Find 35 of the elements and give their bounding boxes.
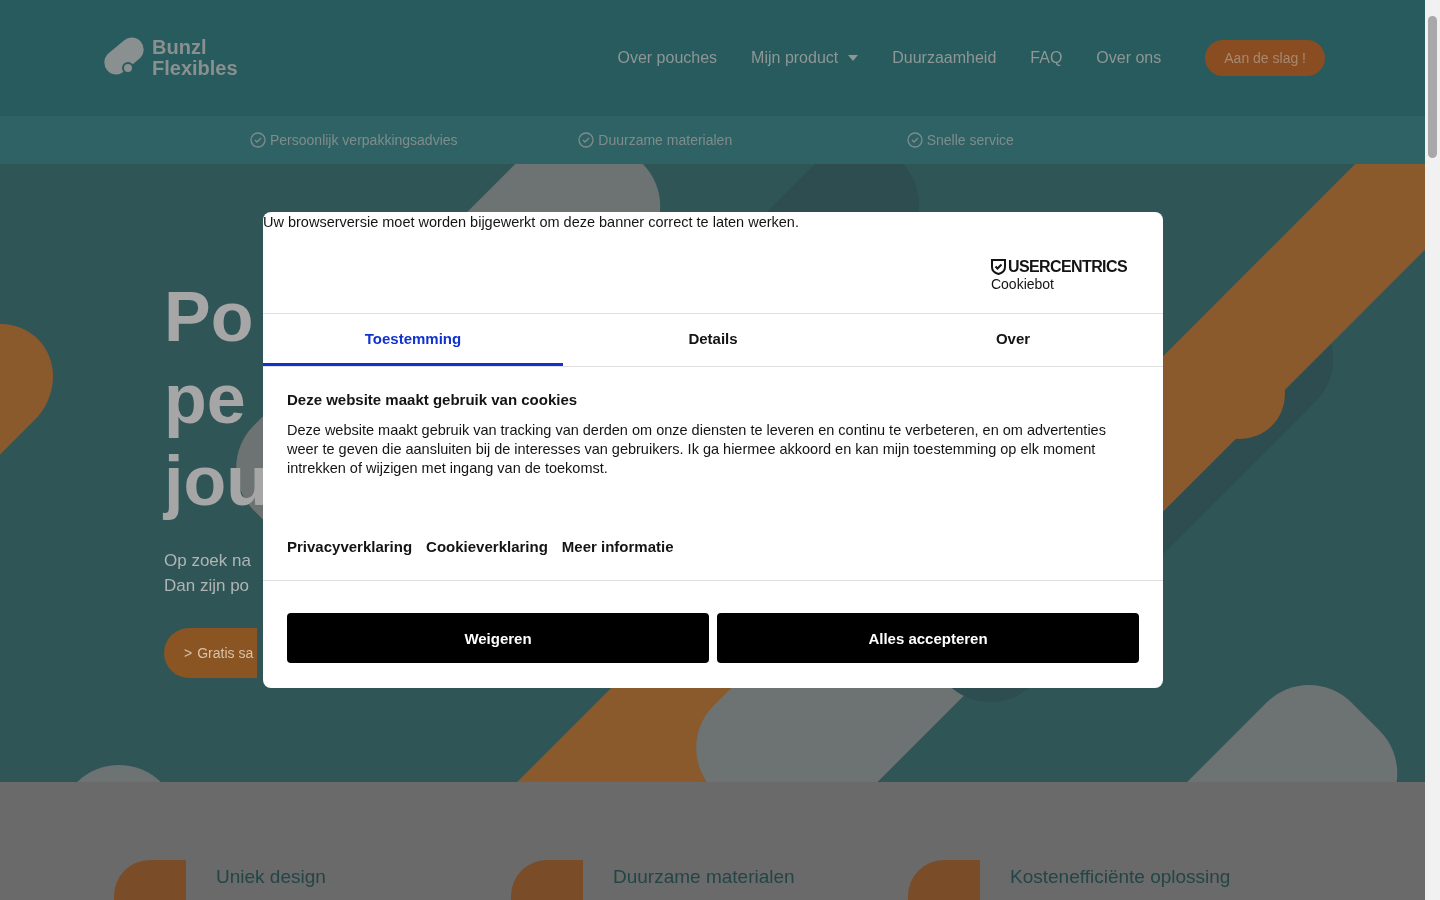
scrollbar[interactable]: [1425, 0, 1440, 900]
feature-title: Kostenefficiënte oplossing: [1010, 866, 1231, 888]
policy-link[interactable]: Cookieverklaring: [426, 538, 548, 555]
logo-text: Flexibles: [152, 58, 238, 80]
usp-text: Snelle service: [926, 132, 1014, 149]
feature-icon: [511, 860, 583, 900]
shield-check-icon: [990, 259, 1006, 275]
consent-button[interactable]: Weigeren: [287, 613, 709, 663]
consent-button[interactable]: Alles accepteren: [717, 613, 1139, 663]
browser-notice: Uw browserversie moet worden bijgewerkt om deze banner correct te laten werken.: [263, 213, 800, 232]
check-circle-icon: [250, 132, 266, 149]
usp-text: Persoonlijk verpakkingsadvies: [270, 132, 458, 149]
feature-title: Uniek design: [216, 866, 326, 888]
dialog-heading: Deze website maakt gebruik van cookies: [287, 391, 579, 409]
dialog-tab[interactable]: Details: [563, 314, 863, 366]
feature-icon: [114, 860, 186, 900]
hero-subtitle: Op zoek na: [164, 550, 251, 573]
hero-subtitle: Dan zijn po: [164, 575, 250, 598]
brand-name: USERCENTRICS: [1007, 258, 1127, 276]
usp-text: Duurzame materialen: [598, 132, 733, 149]
feature-icon: [908, 860, 980, 900]
policy-link[interactable]: Meer informatie: [561, 538, 674, 555]
dialog-text: Deze website maakt gebruik van tracking van derden om onze diensten te leveren en continu te verbeteren, en om advertenties weer te geven die aansluiten bij de interesses van gebruikers. Ik ga hiermee akkoord en kan mijn toestemming op elk moment intrekken of wijzigen met ingang van de toekomst.: [287, 421, 1107, 478]
dialog-tab[interactable]: Over: [863, 314, 1163, 366]
hero-title: jou: [164, 441, 269, 523]
dialog-tab[interactable]: Toestemming: [263, 314, 563, 366]
feature-title: Duurzame materialen: [613, 866, 795, 888]
policy-link[interactable]: Privacyverklaring: [287, 538, 413, 555]
quote-button[interactable]: > Gratis sa: [164, 628, 258, 679]
product-name: Cookiebot: [990, 276, 1055, 292]
hero-title: Po: [164, 277, 254, 359]
logo-text: Bunzl: [152, 37, 208, 59]
check-circle-icon: [906, 132, 923, 149]
check-circle-icon: [578, 132, 595, 149]
hero-title: pe: [164, 359, 246, 441]
